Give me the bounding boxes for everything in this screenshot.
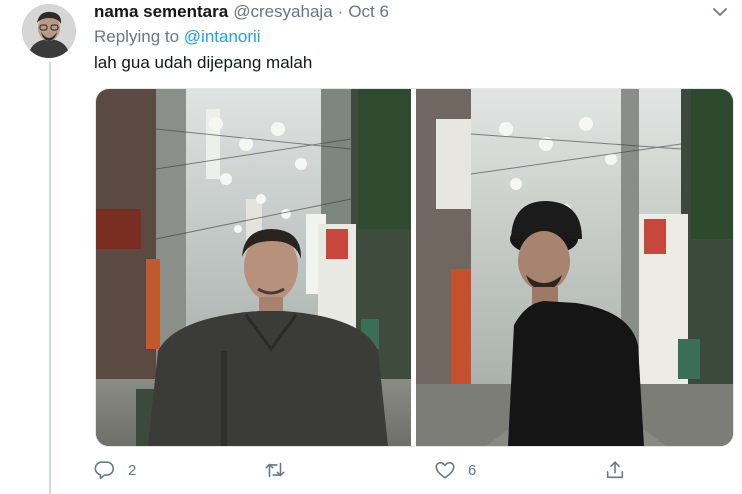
- more-options-button[interactable]: [710, 2, 730, 22]
- tweet-actions: 2 6: [94, 455, 634, 485]
- separator-dot: ·: [337, 2, 344, 21]
- street-photo-right: [416, 89, 733, 446]
- thread-connector-line: [49, 62, 51, 494]
- avatar-photo: [22, 4, 76, 58]
- author-handle[interactable]: @cresyahaja: [233, 2, 332, 22]
- like-button[interactable]: 6: [434, 455, 476, 485]
- tweet-header: nama sementara @cresyahaja · Oct 6: [94, 1, 389, 23]
- reply-icon: [94, 461, 115, 480]
- tweet-media[interactable]: [95, 88, 734, 447]
- like-icon: [435, 461, 455, 479]
- tweet-photo-left[interactable]: [96, 89, 411, 446]
- replying-to-label: Replying to: [94, 27, 180, 46]
- tweet-photo-right[interactable]: [416, 89, 733, 446]
- retweet-button[interactable]: [264, 455, 298, 485]
- tweet-text: lah gua udah dijepang malah: [94, 53, 313, 72]
- reply-count: 2: [128, 461, 137, 479]
- share-icon: [606, 461, 624, 479]
- tweet-date[interactable]: Oct 6: [348, 2, 389, 22]
- avatar[interactable]: [22, 4, 76, 58]
- replying-to: Replying to @intanorii: [94, 27, 261, 47]
- author-name[interactable]: nama sementara: [94, 2, 228, 22]
- retweet-icon: [265, 462, 285, 478]
- share-button[interactable]: [604, 455, 626, 485]
- street-photo-left: [96, 89, 411, 446]
- reply-button[interactable]: 2: [94, 455, 136, 485]
- like-count: 6: [468, 461, 477, 479]
- chevron-down-icon: [713, 8, 727, 16]
- replying-to-handle-link[interactable]: @intanorii: [184, 27, 261, 46]
